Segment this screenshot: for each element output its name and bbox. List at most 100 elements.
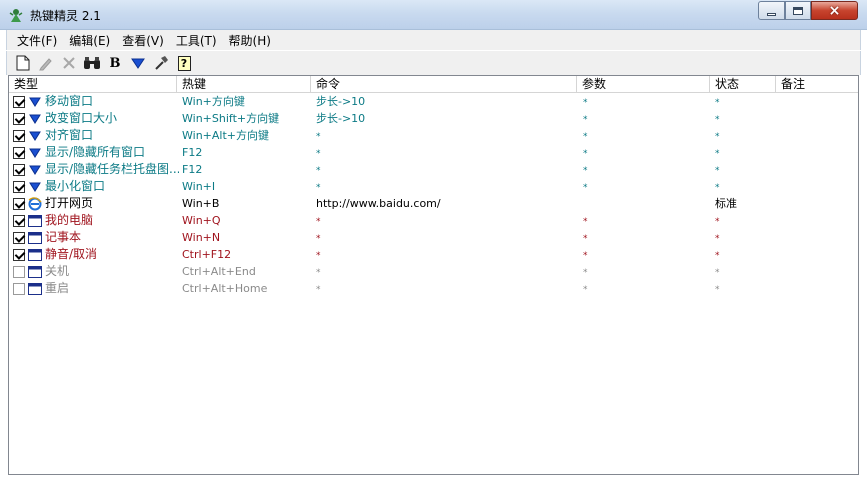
hotkey-name: 显示/隐藏所有窗口 (45, 145, 146, 159)
command-cell: * (316, 285, 321, 295)
state-cell: * (715, 98, 720, 108)
hotkey-cell: Win+Q (182, 214, 221, 227)
new-file-button[interactable] (13, 53, 33, 73)
column-state[interactable]: 状态 (710, 76, 776, 93)
table-row-9[interactable]: 记事本 Win+N * * * (9, 229, 858, 246)
enable-checkbox[interactable] (13, 129, 25, 142)
menu-file[interactable]: 文件(F) (11, 32, 63, 49)
state-cell: * (715, 183, 720, 193)
enable-checkbox[interactable] (13, 112, 25, 125)
note-cell (781, 110, 858, 127)
table-row-10[interactable]: 静音/取消 Ctrl+F12 * * * (9, 246, 858, 263)
list-header: 类型 热键 命令 参数 状态 备注 (9, 76, 858, 93)
hotkey-cell: Win+Alt+方向键 (182, 129, 269, 142)
state-cell: * (715, 268, 720, 278)
enable-checkbox[interactable] (13, 248, 25, 261)
enable-checkbox[interactable] (13, 163, 25, 176)
minimize-icon (767, 12, 776, 16)
hotkey-name: 改变窗口大小 (45, 111, 118, 125)
type-cell: 重启 (13, 280, 179, 297)
param-cell: * (583, 268, 588, 278)
param-cell: * (583, 217, 588, 227)
note-cell (781, 229, 858, 246)
state-cell: * (715, 132, 720, 142)
column-note[interactable]: 备注 (776, 76, 858, 93)
hotkey-cell: Win+N (182, 231, 221, 244)
close-button[interactable]: × (811, 1, 858, 20)
bold-icon: B (109, 55, 121, 71)
arrow-down-icon (28, 146, 42, 160)
command-cell: * (316, 149, 321, 159)
enable-checkbox[interactable] (13, 95, 25, 108)
enable-checkbox[interactable] (13, 197, 25, 210)
hotkey-list[interactable]: 类型 热键 命令 参数 状态 备注 移动窗口 Win+方向键 步长->10 * … (8, 75, 859, 475)
type-cell: 改变窗口大小 (13, 110, 179, 127)
param-cell: * (583, 166, 588, 176)
hotkey-name: 显示/隐藏任务栏托盘图... (45, 162, 179, 176)
type-cell: 静音/取消 (13, 246, 179, 263)
table-row-7[interactable]: 打开网页 Win+B http://www.baidu.com/ 标准 (9, 195, 858, 212)
table-row-12[interactable]: 重启 Ctrl+Alt+Home * * * (9, 280, 858, 297)
edit-button[interactable] (36, 53, 56, 73)
table-row-4[interactable]: 显示/隐藏所有窗口 F12 * * * (9, 144, 858, 161)
hotkey-cell: Win+I (182, 180, 216, 193)
table-row-11[interactable]: 关机 Ctrl+Alt+End * * * (9, 263, 858, 280)
hotkey-cell: Ctrl+Alt+End (182, 265, 256, 278)
param-cell: * (583, 251, 588, 261)
table-row-1[interactable]: 移动窗口 Win+方向键 步长->10 * * (9, 93, 858, 110)
state-cell: * (715, 234, 720, 244)
enable-checkbox[interactable] (13, 146, 25, 159)
menu-tools[interactable]: 工具(T) (170, 32, 223, 49)
hotkey-name: 最小化窗口 (45, 179, 106, 193)
param-cell: * (583, 285, 588, 295)
param-cell: * (583, 234, 588, 244)
hotkey-name: 我的电脑 (45, 213, 94, 227)
column-param[interactable]: 参数 (577, 76, 710, 93)
move-down-button[interactable] (128, 53, 148, 73)
note-cell (781, 93, 858, 110)
minimize-button[interactable] (758, 1, 785, 20)
window-icon (28, 248, 42, 262)
note-cell (781, 263, 858, 280)
command-cell: * (316, 217, 321, 227)
app-logo-icon (8, 7, 24, 23)
column-hotkey[interactable]: 热键 (177, 76, 311, 93)
window-icon (28, 214, 42, 228)
hotkey-cell: Win+B (182, 197, 220, 210)
bold-button[interactable]: B (105, 53, 125, 73)
table-row-3[interactable]: 对齐窗口 Win+Alt+方向键 * * * (9, 127, 858, 144)
arrow-down-icon (28, 112, 42, 126)
hotkey-cell: Win+方向键 (182, 95, 245, 108)
hotkey-name: 打开网页 (45, 196, 94, 210)
column-type[interactable]: 类型 (9, 76, 177, 93)
param-cell (583, 195, 711, 212)
column-command[interactable]: 命令 (311, 76, 577, 93)
menu-edit[interactable]: 编辑(E) (63, 32, 116, 49)
enable-checkbox[interactable] (13, 180, 25, 193)
table-row-6[interactable]: 最小化窗口 Win+I * * * (9, 178, 858, 195)
command-cell: * (316, 268, 321, 278)
enable-checkbox[interactable] (13, 214, 25, 227)
hotkey-cell: F12 (182, 146, 203, 159)
table-row-5[interactable]: 显示/隐藏任务栏托盘图... F12 * * * (9, 161, 858, 178)
delete-button[interactable] (59, 53, 79, 73)
enable-checkbox[interactable] (13, 231, 25, 244)
enable-checkbox[interactable] (13, 265, 25, 278)
note-cell (781, 178, 858, 195)
table-row-2[interactable]: 改变窗口大小 Win+Shift+方向键 步长->10 * * (9, 110, 858, 127)
enable-checkbox[interactable] (13, 282, 25, 295)
menu-view[interactable]: 查看(V) (116, 32, 170, 49)
note-cell (781, 212, 858, 229)
toolbar: B ? (6, 51, 861, 75)
state-cell: * (715, 166, 720, 176)
table-row-8[interactable]: 我的电脑 Win+Q * * * (9, 212, 858, 229)
hotkey-name: 移动窗口 (45, 94, 94, 108)
menu-help[interactable]: 帮助(H) (223, 32, 277, 49)
find-button[interactable] (82, 53, 102, 73)
tools-button[interactable] (151, 53, 171, 73)
maximize-button[interactable] (785, 1, 811, 20)
window-icon (28, 231, 42, 245)
help-button[interactable]: ? (174, 53, 194, 73)
title-bar[interactable]: 热键精灵 2.1 × (0, 0, 867, 30)
param-cell: * (583, 132, 588, 142)
